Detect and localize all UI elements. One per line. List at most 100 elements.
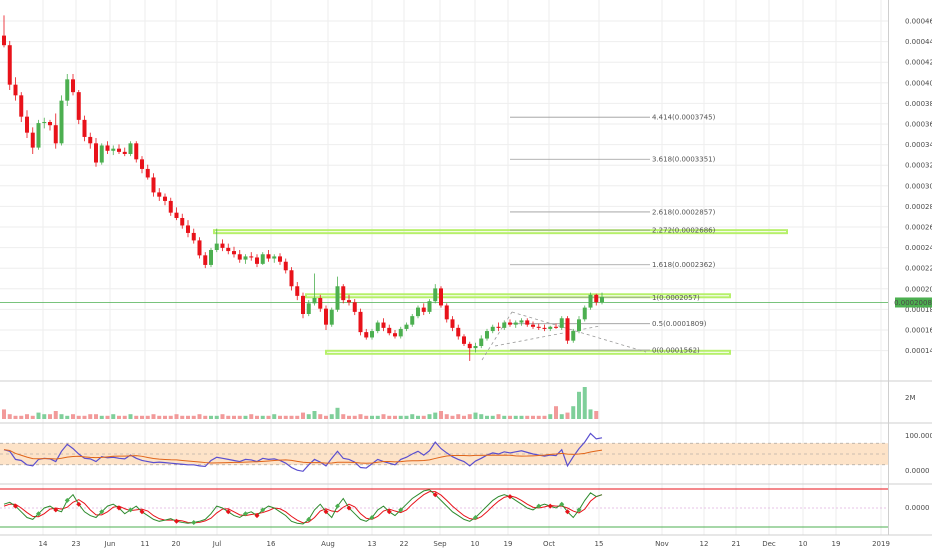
candle-body [479, 338, 484, 346]
candle-body [554, 326, 558, 328]
volume-bar [42, 414, 47, 419]
volume-bar [393, 415, 397, 419]
price-tick-label: 0.0001600 [905, 327, 932, 335]
volume-bar [255, 415, 259, 419]
time-tick-label: 21 [732, 540, 741, 548]
time-tick-label: 13 [368, 540, 377, 548]
price-tick-label: 0.0003400 [905, 141, 932, 149]
volume-bar [496, 414, 501, 419]
volume-bar [404, 415, 409, 419]
volume-bar [519, 415, 524, 419]
fib-level-label: 0(0.0001562) [652, 347, 700, 355]
volume-bar [134, 415, 139, 419]
volume-bar [25, 414, 29, 419]
price-tick-label: 0.0001400 [905, 347, 932, 355]
candle-body [48, 122, 52, 126]
volume-bar [531, 415, 535, 419]
candle-body [525, 320, 530, 325]
stoch-axis-zero: 0.0000 [905, 504, 930, 512]
volume-bar [312, 411, 317, 419]
price-tick-label: 0.0003600 [905, 121, 932, 129]
volume-bar [243, 415, 248, 419]
volume-bar [352, 415, 357, 419]
rsi-axis-lower: 0.0000 [905, 467, 930, 475]
candle-body [427, 301, 432, 312]
candle-body [444, 305, 449, 320]
candle-body [542, 327, 547, 329]
candle-body [25, 116, 29, 133]
candle-body [134, 143, 139, 160]
volume-bar [128, 414, 133, 419]
time-tick-label: Oct [543, 540, 555, 548]
volume-bar [260, 415, 265, 419]
fib-level-label: 4.414(0.0003745) [652, 114, 716, 122]
volume-bar [335, 407, 340, 419]
candle-body [220, 243, 225, 248]
candle-body [157, 192, 162, 197]
volume-bar [577, 391, 581, 419]
time-axis[interactable]: 14 23 Jun 11 20 Jul 16 Aug 13 22 Sep 10 19 Oct 15 Nov 12… [39, 540, 890, 548]
candle-body [404, 324, 409, 329]
candle-body [324, 308, 328, 325]
volume-bar [588, 409, 593, 419]
candle-body [508, 322, 512, 325]
volume-bar [324, 415, 328, 419]
price-tick-label: 0.0003000 [905, 182, 932, 190]
volume-bar [13, 415, 18, 419]
support-resistance-zones[interactable] [213, 229, 788, 355]
candle-body [571, 331, 576, 341]
candle-body [88, 136, 93, 144]
fib-level-label: 3.618(0.0003351) [652, 156, 716, 164]
volume-bar [444, 414, 449, 419]
volume-bar [30, 415, 35, 419]
candle-body [145, 168, 150, 178]
volume-bar [381, 414, 386, 419]
candle-body [42, 122, 47, 124]
volume-axis-label: 2M [905, 394, 916, 402]
volume-bar [151, 414, 156, 419]
volume-bar [347, 415, 351, 419]
volume-bar [318, 414, 323, 419]
volume-bar [232, 415, 236, 419]
price-axis[interactable]: 0.0004600 0.0004400 0.0004200 0.0004000 0.00… [894, 18, 932, 356]
volume-bar [301, 412, 305, 419]
price-tick-label: 0.0004400 [905, 38, 932, 46]
volume-bar [536, 415, 541, 419]
candle-body [13, 84, 18, 96]
volume-bar [439, 411, 443, 419]
candle-body [2, 35, 6, 46]
volume-bar [220, 414, 225, 419]
volume-bar [65, 415, 70, 419]
candle-body [82, 119, 87, 137]
volume-bar [554, 406, 558, 419]
candle-body [462, 336, 466, 344]
candle-body [117, 148, 121, 152]
time-tick-label: 20 [172, 540, 181, 548]
volume-bar [375, 415, 380, 419]
candle-body [232, 251, 236, 255]
candle-body [272, 256, 277, 259]
trading-chart[interactable]: 4.414(0.0003745) 3.618(0.0003351) 2.618(0.… [0, 0, 932, 550]
time-tick-label: Dec [762, 540, 776, 548]
volume-bar [209, 415, 213, 419]
time-tick-label: 16 [267, 540, 276, 548]
candle-body [335, 286, 340, 310]
volume-bar [266, 415, 271, 419]
candle-body [559, 318, 564, 328]
volume-bar [157, 415, 162, 419]
candle-body [513, 322, 518, 325]
volume-bar [140, 415, 144, 419]
candle-body [226, 247, 231, 252]
candle-body [329, 309, 334, 325]
candle-body [312, 298, 317, 304]
time-tick-label: 10 [799, 540, 808, 548]
candle-body [283, 261, 288, 271]
price-tick-label: 0.0004000 [905, 79, 932, 87]
volume-bar [433, 412, 438, 419]
fib-level-label: 1(0.0002057) [652, 294, 700, 302]
price-tick-label: 0.0003800 [905, 100, 932, 108]
candle-body [358, 311, 363, 333]
candle-body [289, 270, 294, 287]
volume-bar [145, 415, 150, 419]
candle-body [30, 132, 35, 148]
